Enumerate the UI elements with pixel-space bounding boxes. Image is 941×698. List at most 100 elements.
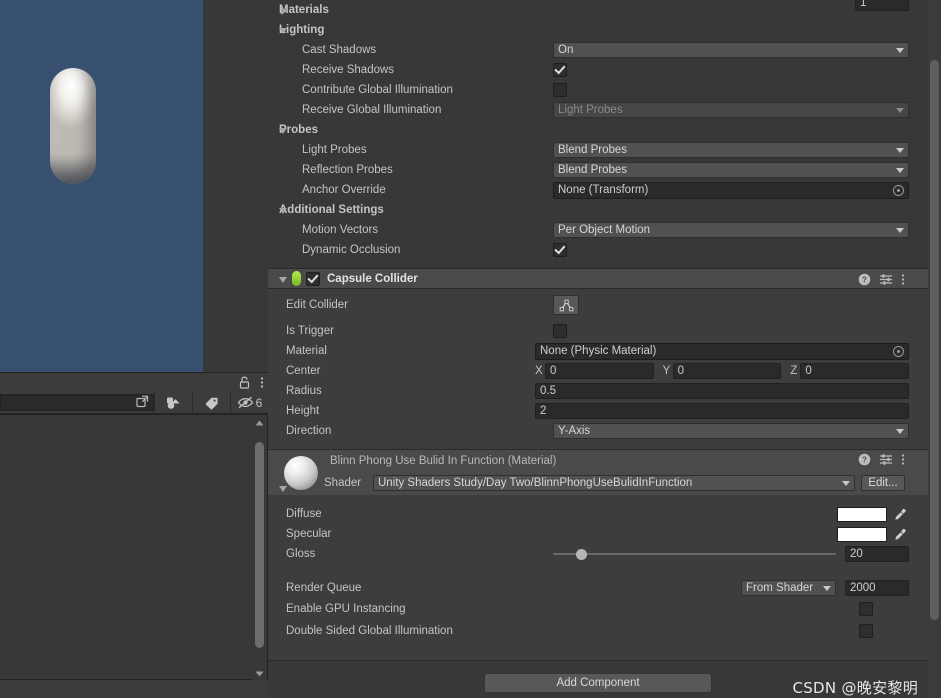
lock-icon[interactable] xyxy=(239,376,250,389)
edit-shader-button[interactable]: Edit... xyxy=(861,475,905,491)
diffuse-color-swatch[interactable] xyxy=(837,506,887,522)
light-probes-dropdown[interactable]: Blend Probes xyxy=(553,142,909,158)
center-z-value: 0 xyxy=(805,365,812,377)
collider-material-objectfield[interactable]: None (Physic Material) xyxy=(535,342,909,360)
row-dynamic-occlusion: Dynamic Occlusion xyxy=(268,240,928,260)
capsule-object[interactable] xyxy=(50,68,96,184)
cast-shadows-dropdown[interactable]: On xyxy=(553,42,909,58)
center-z-axis-label: Z xyxy=(790,365,798,377)
gloss-input[interactable]: 20 xyxy=(845,546,909,562)
center-x-input[interactable]: 0 xyxy=(545,363,654,379)
chevron-down-icon[interactable] xyxy=(279,28,287,34)
center-y-input[interactable]: 0 xyxy=(672,363,782,379)
center-y-axis-label: Y xyxy=(662,365,671,377)
radius-input[interactable]: 0.5 xyxy=(535,383,909,399)
row-motion-vectors: Motion Vectors Per Object Motion xyxy=(268,220,928,240)
inspector-scrollbar[interactable] xyxy=(928,0,941,698)
help-icon[interactable]: ? xyxy=(858,273,871,286)
scrollbar-thumb[interactable] xyxy=(930,60,939,620)
row-center: Center X 0 Y 0 Z 0 xyxy=(268,361,928,381)
chevron-down-icon[interactable] xyxy=(279,208,287,214)
eyedropper-icon[interactable] xyxy=(891,527,909,542)
row-direction: Direction Y-Axis xyxy=(268,421,928,441)
receive-shadows-label: Receive Shadows xyxy=(302,64,395,76)
row-radius: Radius 0.5 xyxy=(268,381,928,401)
search-input[interactable] xyxy=(0,394,154,411)
tag-icon[interactable] xyxy=(192,392,230,413)
search-input-field[interactable] xyxy=(5,396,136,409)
row-gloss: Gloss 20 xyxy=(268,544,928,564)
add-component-button[interactable]: Add Component xyxy=(484,673,712,693)
preset-settings-icon[interactable] xyxy=(879,453,893,466)
object-picker-icon[interactable] xyxy=(154,392,192,413)
scroll-up-arrow[interactable] xyxy=(253,416,266,429)
foldout-additional-settings[interactable]: Additional Settings xyxy=(268,200,928,220)
help-icon[interactable]: ? xyxy=(858,453,871,466)
direction-dropdown[interactable]: Y-Axis xyxy=(553,423,909,439)
chevron-down-icon[interactable] xyxy=(279,277,287,283)
object-picker-icon[interactable] xyxy=(893,345,904,357)
scene-viewport[interactable] xyxy=(0,0,203,372)
hierarchy-scrollbar[interactable] xyxy=(253,416,266,680)
gpu-instancing-checkbox[interactable] xyxy=(859,602,873,616)
chevron-down-icon xyxy=(896,47,904,53)
eyedropper-icon[interactable] xyxy=(891,507,909,522)
chevron-down-icon xyxy=(896,428,904,434)
foldout-lighting[interactable]: Lighting xyxy=(268,20,928,40)
materials-count-field[interactable]: 1 xyxy=(855,0,909,11)
kebab-menu-icon[interactable] xyxy=(901,273,905,286)
row-height: Height 2 xyxy=(268,401,928,421)
shader-dropdown[interactable]: Unity Shaders Study/Day Two/BlinnPhongUs… xyxy=(373,475,855,491)
scrollbar-thumb[interactable] xyxy=(255,442,264,648)
foldout-materials[interactable]: Materials 1 xyxy=(268,0,928,20)
material-foldout-icon[interactable] xyxy=(279,486,287,492)
hidden-object-count: 6 xyxy=(255,395,263,410)
anchor-override-objectfield[interactable]: None (Transform) xyxy=(553,181,909,199)
double-sided-gi-checkbox[interactable] xyxy=(859,624,873,638)
object-picker-icon[interactable] xyxy=(893,184,904,196)
specular-color-swatch[interactable] xyxy=(837,526,887,542)
capsule-collider-enabled-checkbox[interactable] xyxy=(306,271,320,286)
capsule-collider-header[interactable]: Capsule Collider ? xyxy=(268,268,928,289)
row-render-queue: Render Queue From Shader 2000 xyxy=(268,578,928,598)
edit-collider-label: Edit Collider xyxy=(286,299,348,311)
double-sided-gi-label: Double Sided Global Illumination xyxy=(286,625,453,637)
is-trigger-checkbox[interactable] xyxy=(553,324,567,338)
visibility-toggle[interactable]: 6 xyxy=(230,392,268,413)
shader-value: Unity Shaders Study/Day Two/BlinnPhongUs… xyxy=(378,477,693,489)
foldout-probes[interactable]: Probes xyxy=(268,120,928,140)
capsule-collider-title: Capsule Collider xyxy=(327,272,418,285)
scroll-down-arrow[interactable] xyxy=(253,667,266,680)
edit-collider-button[interactable] xyxy=(553,295,579,315)
chevron-down-icon[interactable] xyxy=(279,128,287,134)
shader-label: Shader xyxy=(324,477,362,489)
expand-icon[interactable] xyxy=(136,395,149,411)
dynamic-occlusion-label: Dynamic Occlusion xyxy=(302,244,401,256)
slider-handle[interactable] xyxy=(575,548,587,560)
kebab-menu-icon[interactable] xyxy=(260,376,264,389)
render-queue-dropdown[interactable]: From Shader xyxy=(741,580,836,596)
materials-count-value: 1 xyxy=(860,0,867,9)
render-queue-input[interactable]: 2000 xyxy=(845,580,909,596)
row-gpu-instancing: Enable GPU Instancing xyxy=(268,598,928,620)
gloss-slider[interactable] xyxy=(553,546,836,562)
kebab-menu-icon[interactable] xyxy=(901,453,905,466)
svg-text:?: ? xyxy=(862,276,867,285)
center-z-input[interactable]: 0 xyxy=(800,363,910,379)
chevron-right-icon[interactable] xyxy=(281,6,287,15)
height-input[interactable]: 2 xyxy=(535,403,909,419)
motion-vectors-dropdown[interactable]: Per Object Motion xyxy=(553,222,909,238)
contribute-gi-checkbox[interactable] xyxy=(553,83,567,97)
row-diffuse: Diffuse xyxy=(268,504,928,524)
cast-shadows-label: Cast Shadows xyxy=(302,44,377,56)
specular-label: Specular xyxy=(286,528,332,540)
hierarchy-list-panel[interactable] xyxy=(0,414,268,680)
render-queue-label: Render Queue xyxy=(286,582,362,594)
receive-gi-dropdown: Light Probes xyxy=(553,102,909,118)
reflection-probes-dropdown[interactable]: Blend Probes xyxy=(553,162,909,178)
preset-settings-icon[interactable] xyxy=(879,273,893,286)
material-preview-sphere[interactable] xyxy=(284,456,318,490)
dynamic-occlusion-checkbox[interactable] xyxy=(553,243,567,257)
receive-shadows-checkbox[interactable] xyxy=(553,63,567,77)
